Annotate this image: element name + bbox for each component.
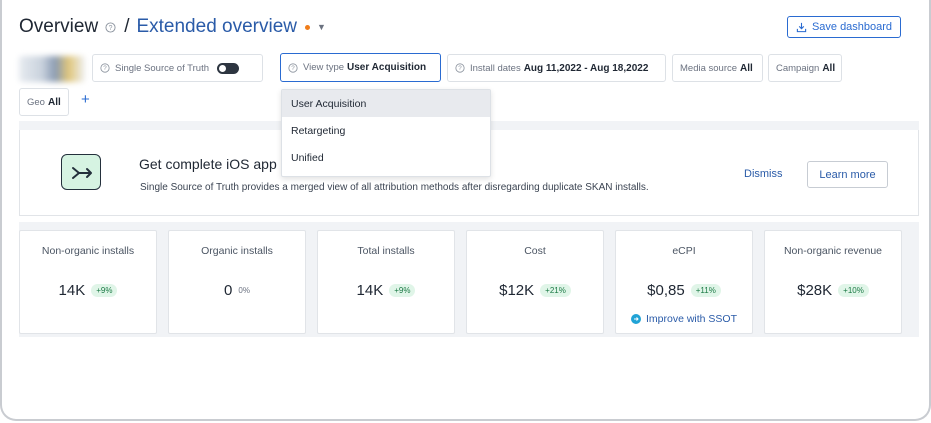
geo-filter[interactable]: Geo All	[19, 88, 69, 116]
save-dashboard-label: Save dashboard	[811, 21, 893, 33]
metric-change-badge: +11%	[690, 284, 721, 297]
metric-value: 0	[224, 282, 233, 299]
metric-label: eCPI	[672, 245, 696, 257]
metric-change-badge: 0%	[238, 286, 250, 295]
banner-text: Single Source of Truth provides a merged…	[140, 182, 649, 193]
merge-arrow-icon	[61, 154, 101, 190]
view-type-value: User Acquisition	[347, 62, 427, 73]
help-icon: ?	[455, 63, 465, 73]
breadcrumb-separator: /	[124, 16, 130, 37]
metric-change-badge: +10%	[838, 284, 869, 297]
metric-value: $0,85	[647, 282, 685, 299]
metric-label: Organic installs	[201, 245, 273, 257]
metric-card-total-installs: Total installs 14K +9%	[317, 230, 455, 334]
dashboard-frame: Overview ? / Extended overview ▼ Save da…	[0, 0, 931, 421]
help-icon: ?	[100, 63, 110, 73]
page-header: Overview ? / Extended overview ▼	[19, 14, 326, 40]
view-type-label: View type	[303, 62, 345, 73]
metric-card-non-organic-installs: Non-organic installs 14K +9%	[19, 230, 157, 334]
add-filter-button[interactable]: +	[81, 91, 90, 108]
dropdown-option-retargeting[interactable]: Retargeting	[282, 117, 490, 144]
metric-change-badge: +9%	[389, 284, 416, 297]
learn-more-button[interactable]: Learn more	[807, 161, 888, 188]
view-type-dropdown: User Acquisition Retargeting Unified	[281, 89, 491, 177]
unsaved-dot-icon	[305, 24, 311, 30]
install-dates-label: Install dates	[470, 62, 521, 74]
ssot-toggle-chip[interactable]: ? Single Source of Truth	[92, 54, 263, 82]
banner-title: Get complete iOS app p	[139, 156, 289, 172]
metric-value: 14K	[356, 282, 384, 299]
metric-card-cost: Cost $12K +21%	[466, 230, 604, 334]
metric-value: $28K	[797, 282, 833, 299]
campaign-filter[interactable]: Campaign All	[768, 54, 842, 82]
campaign-label: Campaign	[776, 62, 820, 74]
metric-change-badge: +21%	[540, 284, 571, 297]
metric-change-badge: +9%	[91, 284, 118, 297]
metric-value: 14K	[58, 282, 86, 299]
svg-text:?: ?	[109, 24, 113, 31]
metric-label: Non-organic installs	[41, 245, 135, 257]
geo-label: Geo	[27, 96, 45, 108]
improve-with-ssot-label: Improve with SSOT	[645, 313, 738, 325]
save-dashboard-button[interactable]: Save dashboard	[787, 16, 901, 38]
geo-value: All	[47, 96, 61, 108]
help-icon: ?	[288, 62, 298, 73]
svg-text:?: ?	[103, 65, 107, 72]
dismiss-link[interactable]: Dismiss	[744, 168, 783, 180]
download-icon	[796, 22, 807, 32]
install-dates-value: Aug 11,2022 - Aug 18,2022	[523, 62, 649, 74]
ssot-icon	[630, 314, 641, 324]
metric-label: Total installs	[357, 245, 415, 257]
metric-card-ecpi: eCPI $0,85 +11% Improve with SSOT	[615, 230, 753, 334]
ssot-label: Single Source of Truth	[115, 62, 209, 74]
chevron-down-icon[interactable]: ▼	[317, 22, 326, 32]
dropdown-option-unified[interactable]: Unified	[282, 144, 490, 171]
media-source-filter[interactable]: Media source All	[672, 54, 763, 82]
svg-text:?: ?	[458, 65, 462, 72]
help-icon[interactable]: ?	[105, 21, 116, 33]
campaign-value: All	[822, 62, 836, 74]
page-title: Overview	[19, 16, 99, 37]
app-selector-avatar[interactable]	[19, 56, 85, 82]
metric-card-organic-installs: Organic installs 0 0%	[168, 230, 306, 334]
metric-card-non-organic-revenue: Non-organic revenue $28K +10%	[764, 230, 902, 334]
svg-text:?: ?	[291, 65, 295, 72]
media-source-value: All	[740, 62, 753, 74]
dropdown-option-user-acquisition[interactable]: User Acquisition	[282, 90, 490, 117]
ssot-toggle-switch[interactable]	[217, 62, 239, 74]
media-source-label: Media source	[680, 62, 738, 74]
dashboard-name[interactable]: Extended overview	[136, 16, 297, 38]
view-type-filter[interactable]: ? View type User Acquisition	[280, 53, 441, 82]
metric-value: $12K	[499, 282, 535, 299]
improve-with-ssot-link[interactable]: Improve with SSOT	[616, 313, 752, 325]
metric-label: Cost	[524, 245, 546, 257]
install-dates-filter[interactable]: ? Install dates Aug 11,2022 - Aug 18,202…	[447, 54, 666, 82]
metric-label: Non-organic revenue	[783, 245, 883, 257]
